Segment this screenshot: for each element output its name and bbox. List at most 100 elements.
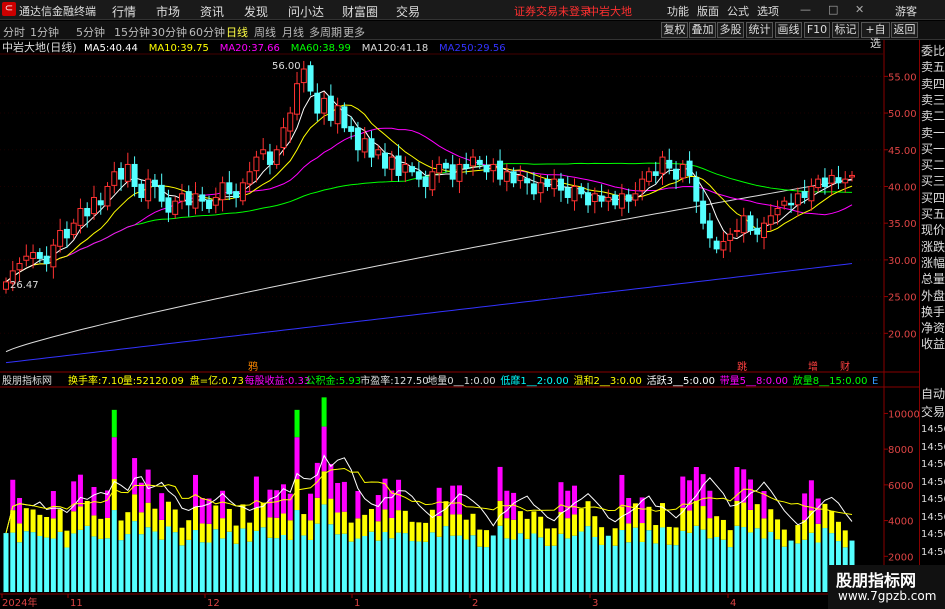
- add-watchlist-button[interactable]: +自选: [861, 22, 890, 50]
- tab-5min[interactable]: 5分钟: [76, 24, 105, 40]
- quote-side-panel: 委比 卖五卖四 卖三 卖二卖一 买一 买二 买三买四 买五 现价涨跌 涨幅 总量外盘 换手 净资 收益自动…: [919, 40, 945, 609]
- side-time-6[interactable]: 14:56: [921, 492, 945, 507]
- volume-segment: [179, 545, 185, 592]
- menu-options[interactable]: 选项: [757, 3, 779, 19]
- tab-60min[interactable]: 60分钟: [189, 24, 225, 40]
- side-time-3[interactable]: 14:56: [921, 440, 945, 455]
- volume-segment: [456, 485, 462, 515]
- tab-more[interactable]: 更多: [343, 24, 365, 40]
- side-time-5[interactable]: 14:56: [921, 475, 945, 490]
- side-label-5[interactable]: 卖一: [921, 126, 945, 141]
- menu-assistant[interactable]: 问小达: [288, 3, 324, 20]
- tab-15min[interactable]: 15分钟: [114, 24, 150, 40]
- side-time-7[interactable]: 14:56: [921, 510, 945, 525]
- overlay-button[interactable]: 叠加: [689, 22, 716, 38]
- menu-news[interactable]: 资讯: [200, 3, 224, 20]
- side-label-1[interactable]: 卖五: [921, 60, 945, 75]
- volume-segment: [835, 521, 841, 542]
- side-label-16[interactable]: 换手: [921, 305, 945, 320]
- ma20-path: [5, 127, 853, 283]
- side-label-3[interactable]: 卖三: [921, 93, 945, 108]
- volume-segment: [267, 517, 273, 538]
- side-time-9[interactable]: 14:56: [921, 545, 945, 560]
- tab-intraday[interactable]: 分时: [3, 24, 25, 40]
- volume-segment: [524, 538, 530, 592]
- side-time-0[interactable]: 自动: [921, 387, 945, 402]
- candle-body: [436, 163, 443, 174]
- tab-1min[interactable]: 1分钟: [30, 24, 59, 40]
- candle-body: [849, 174, 855, 178]
- side-label-4[interactable]: 卖二: [921, 109, 945, 124]
- menu-layout[interactable]: 版面: [697, 3, 719, 19]
- event-marker-2[interactable]: 跳: [737, 360, 747, 373]
- candle-body: [70, 222, 77, 236]
- menu-trade[interactable]: 交易: [396, 3, 420, 20]
- volume-segment: [267, 537, 273, 592]
- event-marker-4[interactable]: 财: [840, 360, 850, 373]
- menu-market[interactable]: 市场: [156, 3, 180, 20]
- candle-body: [733, 230, 740, 233]
- side-label-6[interactable]: 买一: [921, 142, 945, 157]
- draw-line-button[interactable]: 画线: [775, 22, 802, 38]
- minimize-icon[interactable]: —: [800, 3, 811, 16]
- side-label-0[interactable]: 委比: [921, 44, 945, 59]
- ma250-path: [5, 263, 853, 364]
- watermark-title: 股朋指标网: [836, 571, 917, 590]
- volume-segment: [612, 545, 618, 592]
- volume-segment: [17, 542, 23, 592]
- event-marker-1[interactable]: 鸦: [248, 360, 258, 373]
- event-marker-3[interactable]: 增: [808, 360, 818, 373]
- guest-label[interactable]: 游客: [895, 3, 917, 19]
- indicator-item-2: 盘=亿:0.73: [190, 374, 244, 387]
- side-label-11[interactable]: 现价: [921, 223, 945, 238]
- side-label-15[interactable]: 外盘: [921, 289, 945, 304]
- side-label-17[interactable]: 净资: [921, 321, 945, 336]
- side-time-8[interactable]: 14:56: [921, 527, 945, 542]
- back-button[interactable]: 返回: [891, 22, 918, 38]
- f10-button[interactable]: F10: [804, 22, 830, 38]
- side-label-10[interactable]: 买五: [921, 207, 945, 222]
- side-label-13[interactable]: 涨幅: [921, 256, 945, 271]
- side-time-1[interactable]: 交易: [921, 405, 945, 420]
- menu-function[interactable]: 功能: [667, 3, 689, 19]
- side-label-18[interactable]: 收益: [921, 337, 945, 352]
- mark-button[interactable]: 标记: [832, 22, 859, 38]
- volume-segment: [145, 502, 151, 528]
- tab-monthly[interactable]: 月线: [282, 24, 304, 40]
- volume-segment: [294, 479, 300, 511]
- tab-multi-period[interactable]: 多周期: [309, 24, 342, 40]
- close-icon[interactable]: ✕: [855, 3, 864, 16]
- menu-quotes[interactable]: 行情: [112, 3, 136, 20]
- side-label-7[interactable]: 买二: [921, 158, 945, 173]
- volume-segment: [666, 526, 672, 545]
- menu-formula[interactable]: 公式: [727, 3, 749, 19]
- volume-segment: [578, 531, 584, 592]
- volume-segment: [456, 535, 462, 592]
- side-time-2[interactable]: 14:56: [921, 422, 945, 437]
- restore-button[interactable]: 复权: [661, 22, 688, 38]
- stats-button[interactable]: 统计: [746, 22, 773, 38]
- volume-segment: [3, 533, 9, 592]
- side-label-9[interactable]: 买四: [921, 191, 945, 206]
- side-label-2[interactable]: 卖四: [921, 77, 945, 92]
- volume-segment: [355, 491, 361, 519]
- candle-body: [530, 183, 537, 195]
- tab-daily[interactable]: 日线: [226, 24, 248, 40]
- maximize-icon[interactable]: □: [828, 3, 838, 16]
- multi-stock-button[interactable]: 多股: [717, 22, 744, 38]
- side-label-8[interactable]: 买三: [921, 174, 945, 189]
- volume-segment: [233, 525, 239, 544]
- kline-chart[interactable]: 中岩大地(日线) MA5:40.44 MA10:39.75 MA20:37.66 MA…: [0, 40, 945, 609]
- side-time-4[interactable]: 14:56: [921, 457, 945, 472]
- volume-segment: [423, 522, 429, 542]
- login-warning[interactable]: 证券交易未登录: [514, 3, 591, 19]
- menu-discover[interactable]: 发现: [244, 3, 268, 20]
- tab-weekly[interactable]: 周线: [254, 24, 276, 40]
- candle-body: [50, 244, 57, 268]
- volume-segment: [152, 508, 158, 532]
- side-label-12[interactable]: 涨跌: [921, 240, 945, 255]
- menu-wealth[interactable]: 财富圈: [342, 3, 378, 20]
- side-label-14[interactable]: 总量: [921, 272, 945, 287]
- tab-30min[interactable]: 30分钟: [151, 24, 187, 40]
- volume-segment: [802, 520, 808, 540]
